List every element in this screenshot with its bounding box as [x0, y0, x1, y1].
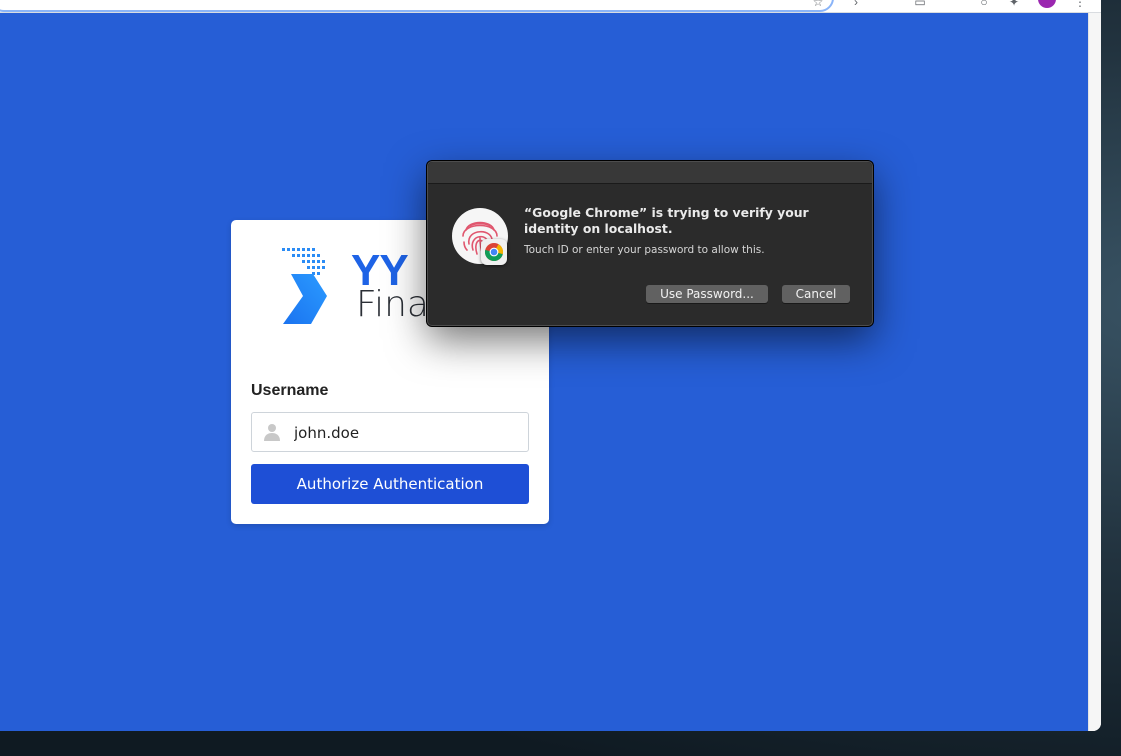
dialog-titlebar[interactable]	[428, 162, 872, 184]
bookmark-icon[interactable]: ▭	[912, 0, 928, 10]
username-label: Username	[251, 382, 329, 399]
dialog-message: Touch ID or enter your password to allow…	[524, 244, 765, 256]
authorize-button[interactable]: Authorize Authentication	[251, 464, 529, 504]
browser-window: ☆ › ▭ ○ ✦ ⋮	[0, 0, 1101, 731]
profile-avatar[interactable]	[1038, 0, 1056, 8]
browser-toolbar: ☆ › ▭ ○ ✦ ⋮	[0, 0, 1101, 13]
logo-mark	[282, 248, 327, 324]
username-field[interactable]	[251, 412, 529, 453]
username-input[interactable]	[292, 413, 526, 453]
logo-brand-bottom: Fina	[356, 284, 429, 325]
use-password-button[interactable]: Use Password...	[646, 285, 768, 303]
menu-icon[interactable]: ⋮	[1072, 0, 1088, 10]
address-bar[interactable]	[0, 0, 834, 12]
dialog-title: “Google Chrome” is trying to verify your…	[524, 205, 809, 236]
puzzle-icon[interactable]: ✦	[1006, 0, 1022, 10]
cancel-button[interactable]: Cancel	[782, 285, 850, 303]
chrome-icon	[481, 239, 507, 265]
star-icon[interactable]: ☆	[810, 0, 826, 10]
account-icon[interactable]: ○	[976, 0, 992, 10]
extension-icon[interactable]: ›	[848, 0, 864, 10]
user-icon	[264, 424, 280, 441]
scrollbar[interactable]	[1088, 13, 1101, 731]
touchid-dialog: “Google Chrome” is trying to verify your…	[427, 161, 873, 326]
